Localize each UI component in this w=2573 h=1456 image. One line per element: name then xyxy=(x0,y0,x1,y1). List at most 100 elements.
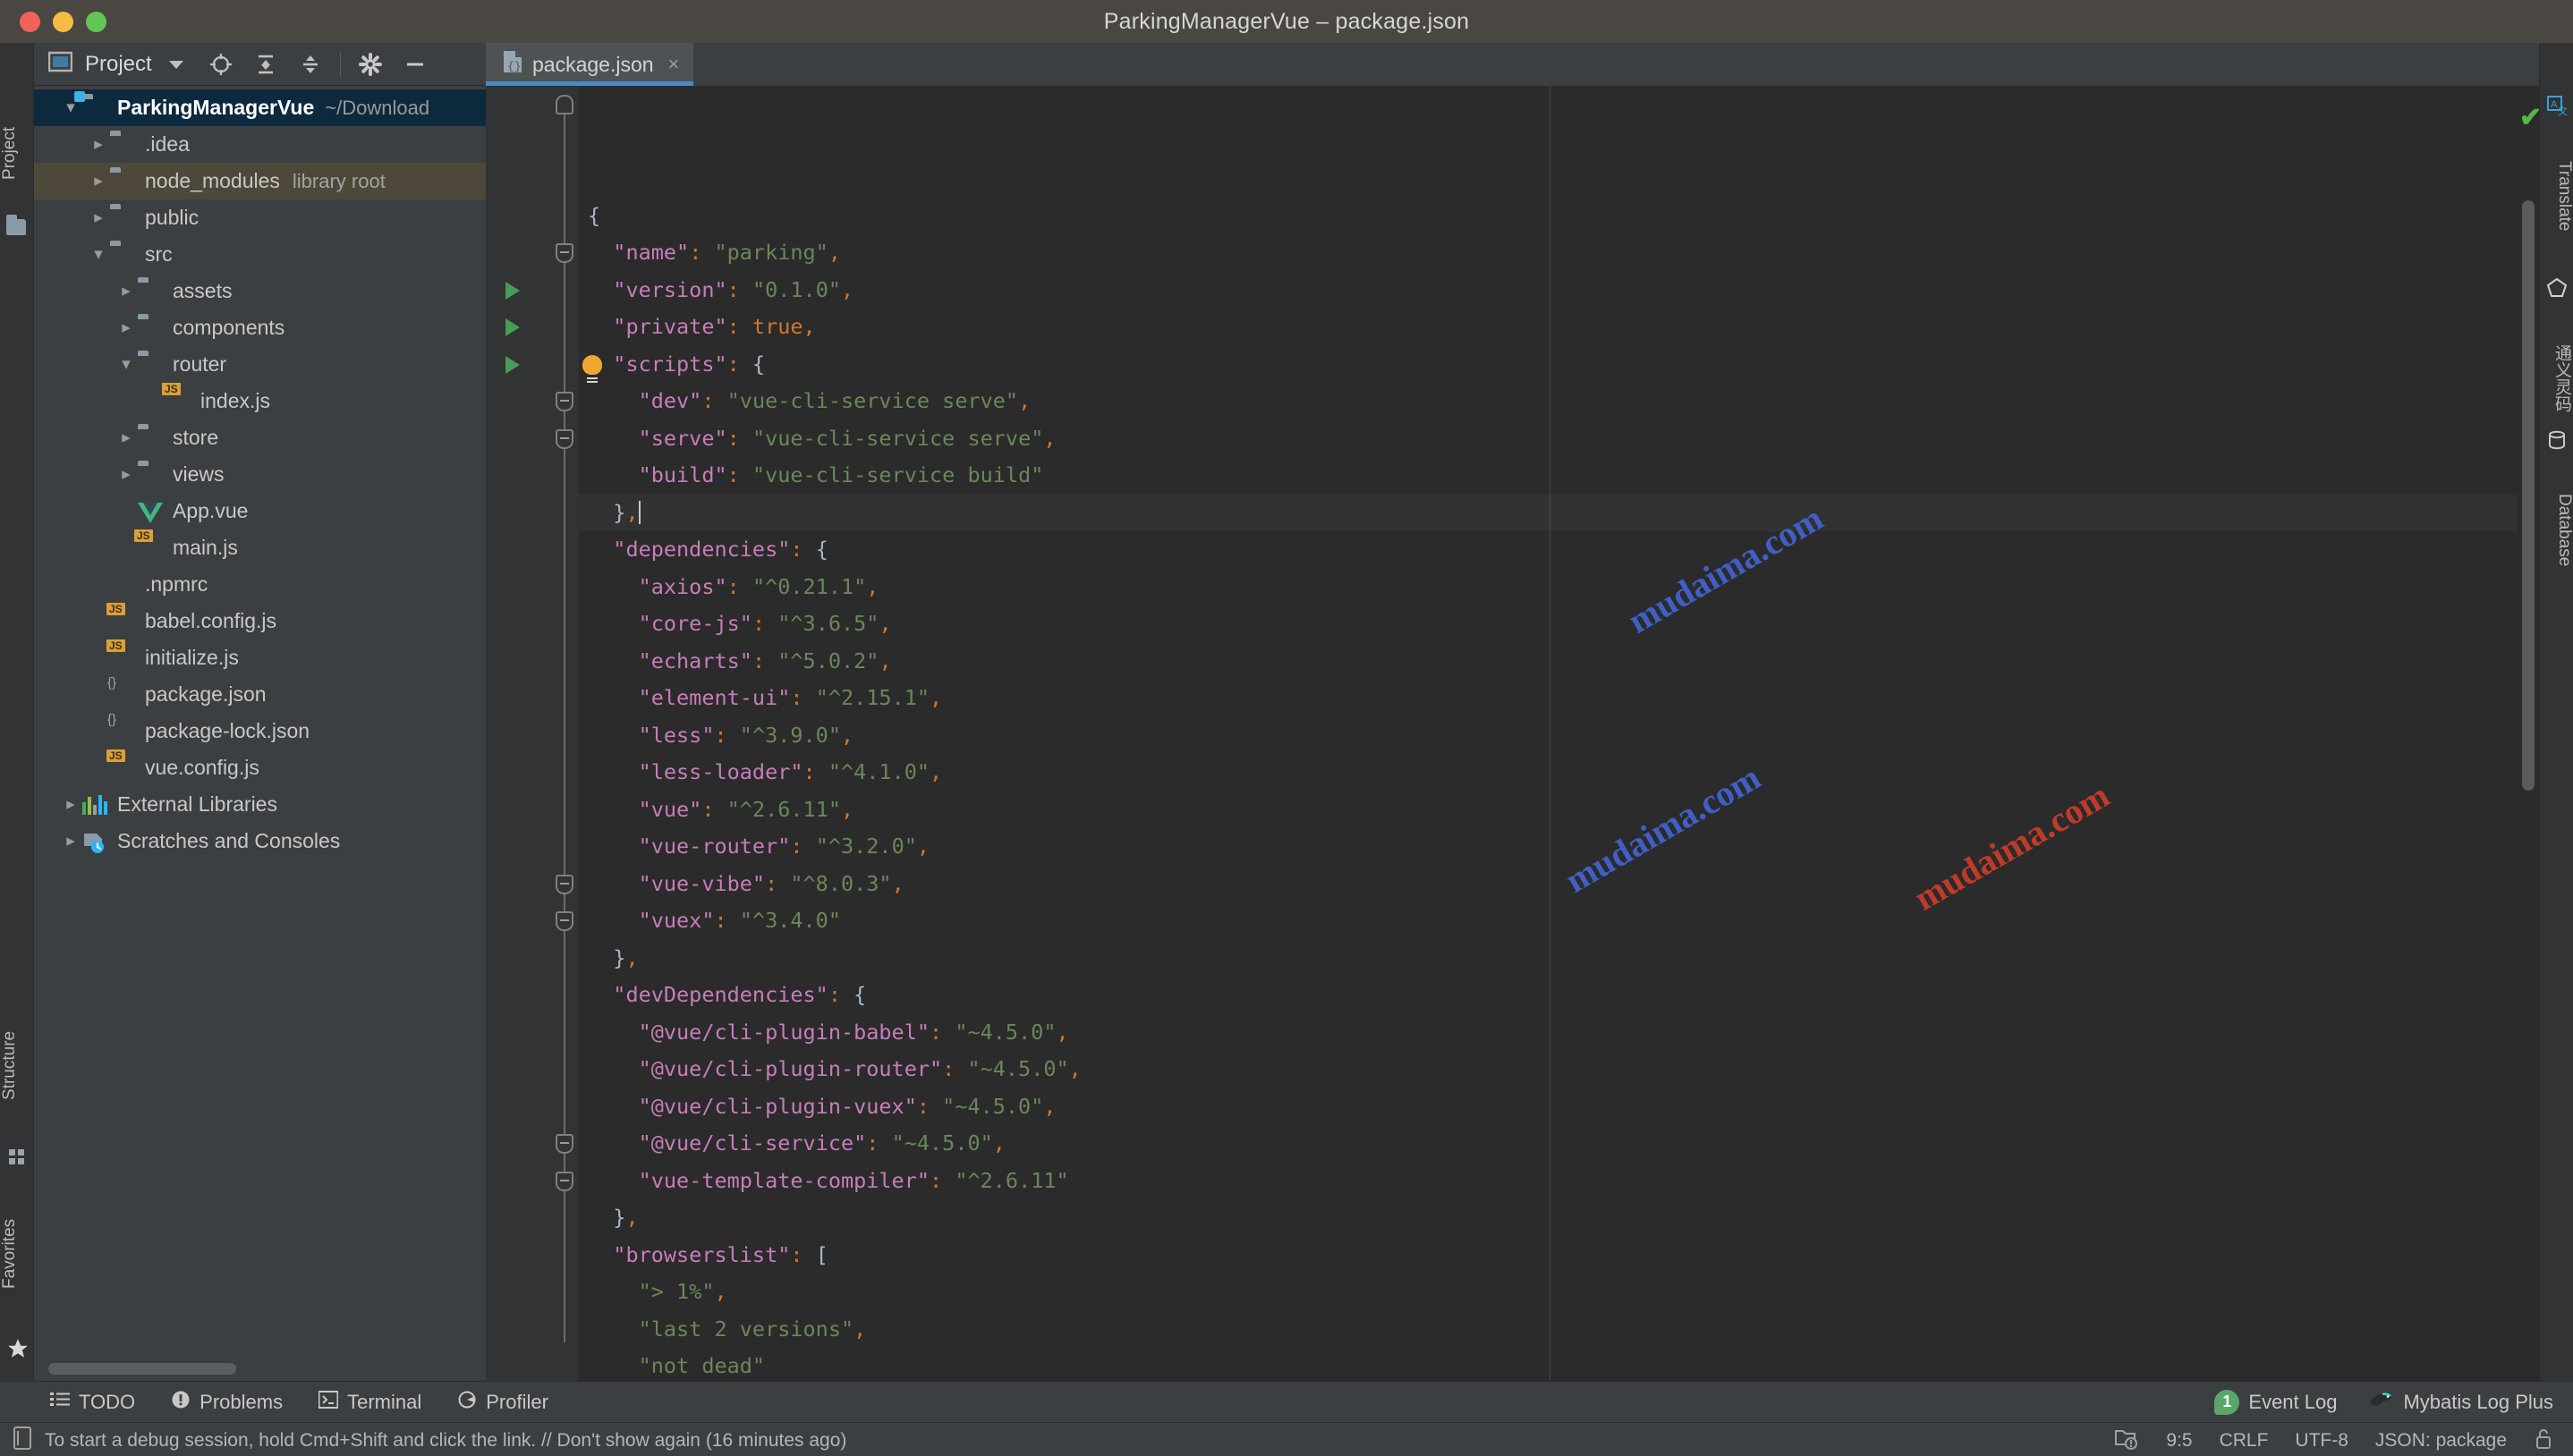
editor-vertical-scrollbar[interactable]: ✔ xyxy=(2518,86,2539,1381)
git-branch-icon[interactable] xyxy=(2114,1426,2139,1455)
code-line[interactable]: "@vue/cli-plugin-vuex": "~4.5.0", xyxy=(579,1088,2518,1126)
tree-node-parkingmanagervue[interactable]: ▾ ParkingManagerVue ~/Download xyxy=(34,89,486,126)
line-separator[interactable]: CRLF xyxy=(2220,1430,2269,1452)
tree-expand-arrow[interactable]: ▸ xyxy=(115,464,138,485)
close-tab-icon[interactable]: × xyxy=(668,53,680,76)
tool-window-button-project[interactable]: Project xyxy=(0,95,34,211)
minimize-window-button[interactable] xyxy=(53,11,73,32)
tree-expand-arrow[interactable]: ▸ xyxy=(115,317,138,338)
close-window-button[interactable] xyxy=(20,11,40,32)
tree-node-main-js[interactable]: main.js xyxy=(34,529,486,566)
tree-node-package-json[interactable]: package.json xyxy=(34,676,486,713)
fold-toggle-icon[interactable] xyxy=(556,392,573,411)
code-line[interactable]: "dev": "vue-cli-service serve", xyxy=(579,383,2518,420)
code-line[interactable]: }, xyxy=(579,1199,2518,1237)
tree-node-assets[interactable]: ▸ assets xyxy=(34,273,486,309)
tree-node-babel-config-js[interactable]: babel.config.js xyxy=(34,603,486,639)
code-line[interactable]: "@vue/cli-service": "~4.5.0", xyxy=(579,1125,2518,1163)
caret-position[interactable]: 9:5 xyxy=(2166,1430,2192,1452)
tree-node-vue-config-js[interactable]: vue.config.js xyxy=(34,749,486,786)
zoom-window-button[interactable] xyxy=(86,11,106,32)
project-tree-horizontal-scrollbar[interactable] xyxy=(34,1356,486,1381)
code-line[interactable]: "name": "parking", xyxy=(579,234,2518,272)
tree-expand-arrow[interactable]: ▸ xyxy=(59,831,82,851)
tree-expand-arrow[interactable]: ▸ xyxy=(115,427,138,448)
project-tree[interactable]: ▾ ParkingManagerVue ~/Download ▸ .idea ▸ node_… xyxy=(34,86,486,1356)
fold-toggle-icon[interactable] xyxy=(556,1134,573,1154)
code-line[interactable]: "browserslist": [ xyxy=(579,1237,2518,1274)
bottom-button-problems[interactable]: Problems xyxy=(171,1390,283,1415)
code-line[interactable]: }, xyxy=(579,494,2518,531)
editor-fold-column[interactable] xyxy=(550,86,602,1381)
bottom-button-mybatis-log-plus[interactable]: Mybatis Log Plus xyxy=(2367,1389,2553,1416)
fold-toggle-icon[interactable] xyxy=(556,428,573,449)
tree-node-scratches-and-consoles[interactable]: ▸ Scratches and Consoles xyxy=(34,823,486,859)
tree-expand-arrow[interactable]: ▸ xyxy=(115,281,138,301)
collapse-all-icon[interactable] xyxy=(290,45,331,84)
fold-toggle-icon[interactable] xyxy=(556,95,573,114)
editor-tab-package-json[interactable]: {} package.json × xyxy=(486,43,694,86)
tree-expand-arrow[interactable]: ▾ xyxy=(87,244,110,265)
tool-window-button-translate[interactable]: Translate xyxy=(2540,129,2573,263)
tree-node-src[interactable]: ▾ src xyxy=(34,236,486,273)
code-line[interactable]: "dependencies": { xyxy=(579,531,2518,569)
code-line[interactable]: }, xyxy=(579,940,2518,978)
code-line[interactable]: "element-ui": "^2.15.1", xyxy=(579,680,2518,717)
tool-window-button-database[interactable]: Database xyxy=(2540,463,2573,597)
code-line[interactable]: "@vue/cli-plugin-babel": "~4.5.0", xyxy=(579,1014,2518,1052)
chevron-down-icon[interactable] xyxy=(156,45,197,84)
tree-node-router[interactable]: ▾ router xyxy=(34,346,486,383)
fold-toggle-icon[interactable] xyxy=(556,874,573,894)
code-line[interactable]: "serve": "vue-cli-service serve", xyxy=(579,420,2518,458)
code-line[interactable]: "scripts": { xyxy=(579,346,2518,384)
locate-icon[interactable] xyxy=(200,45,242,84)
bottom-button-terminal[interactable]: Terminal xyxy=(318,1390,421,1414)
bottom-button-profiler[interactable]: Profiler xyxy=(457,1390,548,1415)
code-content[interactable]: { "name": "parking", "version": "0.1.0",… xyxy=(579,86,2518,1381)
tree-node-package-lock-json[interactable]: package-lock.json xyxy=(34,713,486,749)
tree-node-index-js[interactable]: index.js xyxy=(34,383,486,419)
tool-window-button-structure[interactable]: Structure xyxy=(0,992,34,1139)
run-script-icon[interactable] xyxy=(505,281,520,300)
code-line[interactable]: "> 1%", xyxy=(579,1274,2518,1311)
run-script-icon[interactable] xyxy=(505,318,520,336)
run-script-icon[interactable] xyxy=(505,355,520,374)
code-line[interactable]: "vuex": "^3.4.0" xyxy=(579,902,2518,940)
settings-gear-icon[interactable] xyxy=(350,45,391,84)
code-line[interactable]: { xyxy=(579,198,2518,235)
window-controls[interactable] xyxy=(20,0,106,43)
code-line[interactable]: "axios": "^0.21.1", xyxy=(579,569,2518,606)
lock-open-icon[interactable] xyxy=(2534,1426,2553,1455)
code-line[interactable]: "last 2 versions", xyxy=(579,1311,2518,1349)
tool-window-button-favorites[interactable]: Favorites xyxy=(0,1180,34,1327)
code-line[interactable]: "less-loader": "^4.1.0", xyxy=(579,754,2518,791)
tree-node-components[interactable]: ▸ components xyxy=(34,309,486,346)
tool-window-button-tongyi[interactable]: 通义灵码 xyxy=(2540,311,2573,445)
tree-node-initialize-js[interactable]: initialize.js xyxy=(34,639,486,676)
tree-node-public[interactable]: ▸ public xyxy=(34,199,486,236)
tree-expand-arrow[interactable]: ▸ xyxy=(59,794,82,815)
code-line[interactable]: "vue": "^2.6.11", xyxy=(579,791,2518,829)
code-line[interactable]: "version": "0.1.0", xyxy=(579,272,2518,309)
code-line[interactable]: "vue-vibe": "^8.0.3", xyxy=(579,866,2518,903)
expand-all-icon[interactable] xyxy=(245,45,286,84)
encoding[interactable]: UTF-8 xyxy=(2295,1430,2348,1452)
code-line[interactable]: "vue-router": "^3.2.0", xyxy=(579,828,2518,866)
code-line[interactable]: "devDependencies": { xyxy=(579,977,2518,1014)
code-line[interactable]: "less": "^3.9.0", xyxy=(579,717,2518,755)
fold-toggle-icon[interactable] xyxy=(556,1171,573,1191)
code-line[interactable]: "vue-template-compiler": "^2.6.11" xyxy=(579,1163,2518,1200)
code-line[interactable]: "build": "vue-cli-service build" xyxy=(579,457,2518,495)
bottom-button-todo[interactable]: TODO xyxy=(50,1391,135,1414)
tree-node-external-libraries[interactable]: ▸ External Libraries xyxy=(34,786,486,823)
code-line[interactable]: "echarts": "^5.0.2", xyxy=(579,643,2518,681)
tree-expand-arrow[interactable]: ▸ xyxy=(87,207,110,228)
code-line[interactable]: "not dead" xyxy=(579,1348,2518,1381)
code-line[interactable]: "@vue/cli-plugin-router": "~4.5.0", xyxy=(579,1051,2518,1088)
fold-toggle-icon[interactable] xyxy=(556,911,573,931)
tree-node-store[interactable]: ▸ store xyxy=(34,419,486,456)
code-line[interactable]: "core-js": "^3.6.5", xyxy=(579,605,2518,643)
tree-node-node-modules[interactable]: ▸ node_modules library root xyxy=(34,163,486,199)
scrollbar-thumb[interactable] xyxy=(48,1362,236,1375)
tree-expand-arrow[interactable]: ▾ xyxy=(115,354,138,375)
